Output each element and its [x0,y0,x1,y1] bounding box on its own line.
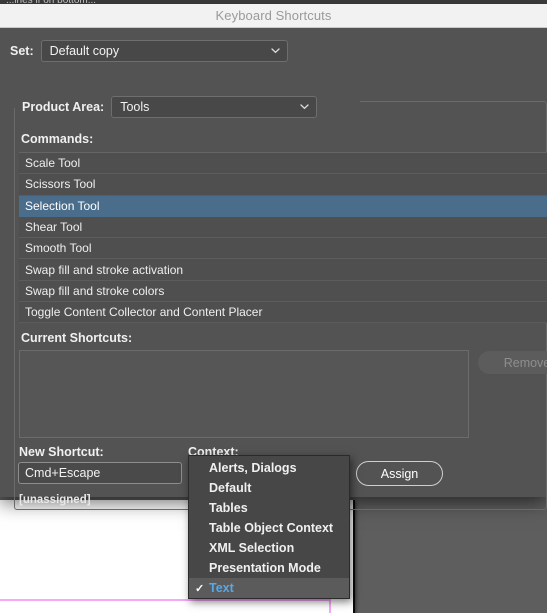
context-menu-item-label: Text [209,581,234,595]
command-row[interactable]: Scissors Tool [19,174,547,196]
command-row[interactable]: Swap fill and stroke activation [19,259,547,281]
remove-button[interactable]: Remove [478,351,547,374]
command-row-label: Swap fill and stroke activation [25,262,184,277]
command-row-label: Scissors Tool [25,177,96,192]
product-area-label: Product Area: [22,100,105,114]
command-row-label: Shear Tool [25,220,83,235]
product-area-dropdown-value: Tools [120,100,150,114]
context-menu-item-label: Table Object Context [209,521,334,535]
command-row-label: Toggle Content Collector and Content Pla… [25,305,263,320]
dialog-title-bar[interactable]: Keyboard Shortcuts [0,4,547,28]
set-dropdown-value: Default copy [49,44,120,58]
current-shortcuts-list[interactable] [19,350,469,438]
product-area-row: Product Area: Tools [22,96,318,118]
context-menu-item[interactable]: Tables [189,498,349,518]
horizontal-guide[interactable] [0,599,331,601]
page-edge [353,500,355,613]
set-row: Set: Default copy [10,40,288,62]
command-row-label: Selection Tool [25,198,100,213]
command-row[interactable]: Shear Tool [19,216,547,239]
new-shortcut-input[interactable] [18,462,182,484]
keyboard-shortcuts-dialog: Keyboard Shortcuts Set: Default copy Pro… [0,4,547,510]
command-row-label: Swap fill and stroke colors [25,283,165,298]
chevron-down-icon [270,46,280,55]
command-row-label: Smooth Tool [25,241,92,256]
commands-label: Commands: [21,132,94,146]
command-row[interactable]: Swap fill and stroke colors [19,280,547,303]
context-menu-item[interactable]: Alerts, Dialogs [189,458,349,478]
product-area-dropdown[interactable]: Tools [111,96,318,118]
dialog-title: Keyboard Shortcuts [215,8,332,23]
command-row[interactable]: Toggle Content Collector and Content Pla… [19,302,547,323]
context-dropdown-menu[interactable]: Alerts, Dialogs Default Tables Table Object… [188,455,350,599]
assign-button-label: Assign [380,466,419,481]
context-menu-item-label: Default [209,481,252,495]
context-menu-item[interactable]: Presentation Mode [189,558,349,578]
context-menu-item-label: Presentation Mode [209,561,321,575]
assign-button[interactable]: Assign [356,461,443,486]
command-row-label: Scale Tool [25,156,81,171]
chevron-down-icon [300,102,309,111]
context-menu-item-label: Alerts, Dialogs [209,461,297,475]
context-menu-item[interactable]: ✓ Text [189,578,349,598]
command-row[interactable]: Selection Tool [19,195,547,217]
new-shortcut-label: New Shortcut: [19,445,104,459]
status-text: [unassigned] [19,494,91,506]
remove-button-label: Remove [503,355,547,370]
context-menu-item[interactable]: Default [189,478,349,498]
command-row[interactable]: Smooth Tool [19,238,547,260]
check-icon: ✓ [195,582,205,595]
set-label: Set: [10,44,34,58]
commands-list[interactable]: Scale Tool Scissors Tool Selection Tool She… [19,152,547,323]
dialog-body: Set: Default copy Product Area: Tools Co… [0,28,547,510]
set-dropdown[interactable]: Default copy [40,40,288,62]
context-menu-item[interactable]: XML Selection [189,538,349,558]
current-shortcuts-label: Current Shortcuts: [21,331,133,345]
context-menu-item-label: Tables [209,501,248,515]
context-menu-item[interactable]: Table Object Context [189,518,349,538]
command-row[interactable]: Scale Tool [19,153,547,175]
context-menu-item-label: XML Selection [209,541,295,555]
